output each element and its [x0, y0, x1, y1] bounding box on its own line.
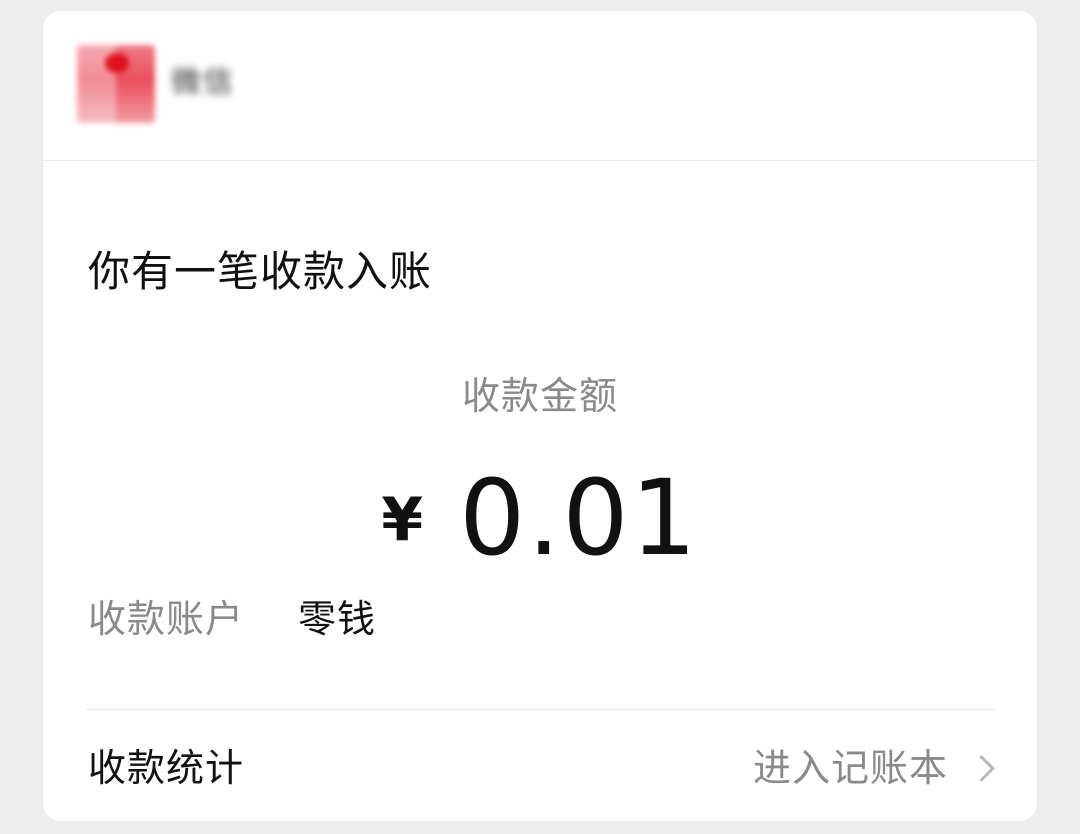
- currency-symbol: ¥: [381, 485, 424, 555]
- amount-display: ¥0.01: [43, 463, 1037, 573]
- open-ledger-link[interactable]: 进入记账本: [753, 745, 997, 791]
- stats-label: 收款统计: [88, 746, 245, 790]
- account-label: 收款账户: [88, 597, 245, 641]
- payment-stats-row[interactable]: 收款统计 进入记账本: [43, 711, 1037, 821]
- card-header: 微信: [43, 11, 1037, 161]
- sender-name: 微信: [171, 65, 235, 100]
- sender-avatar[interactable]: [77, 45, 155, 123]
- account-value: 零钱: [298, 597, 377, 641]
- notification-title: 你有一笔收款入账: [88, 247, 433, 296]
- payment-notification-card: 微信 你有一笔收款入账 收款金额 ¥0.01 收款账户 零钱 收款统计 进入记账…: [43, 11, 1037, 821]
- open-ledger-label: 进入记账本: [752, 746, 948, 790]
- divider: [86, 709, 996, 710]
- amount-label: 收款金额: [461, 374, 618, 418]
- chevron-right-icon: [968, 754, 995, 782]
- amount-value: 0.01: [459, 457, 699, 579]
